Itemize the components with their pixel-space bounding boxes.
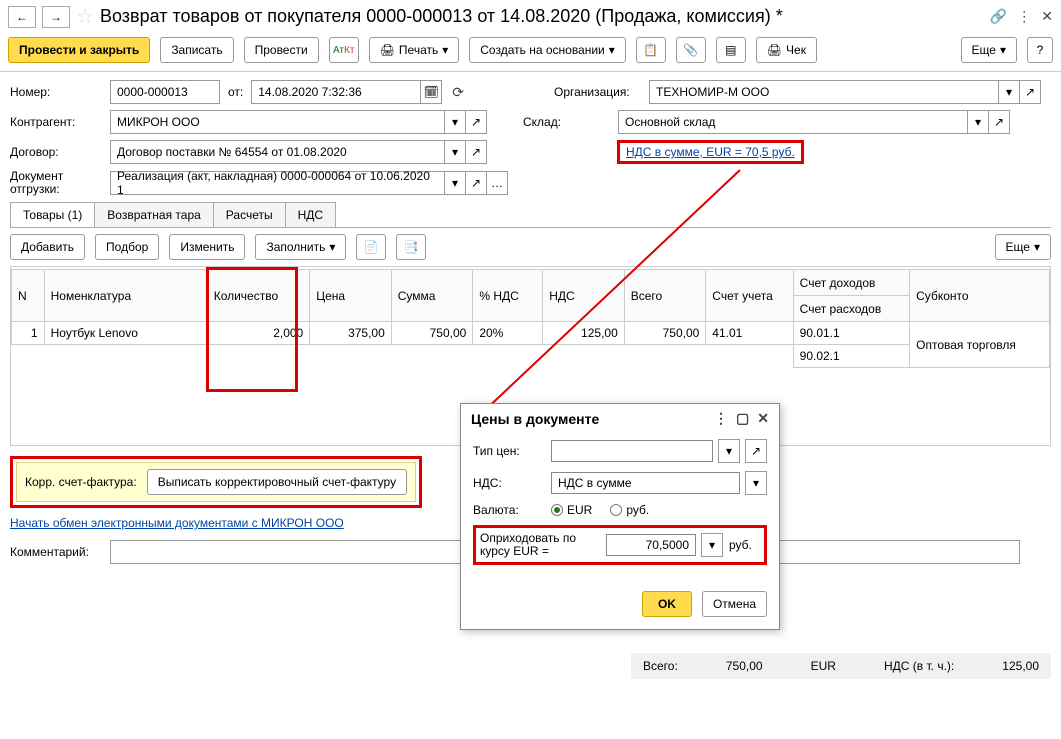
report-icon[interactable]: ▤ — [716, 37, 746, 63]
popup-vat-label: НДС: — [473, 476, 545, 490]
comment-label: Комментарий: — [10, 545, 110, 559]
copy-icon[interactable]: 📄 — [356, 234, 386, 260]
change-button[interactable]: Изменить — [169, 234, 245, 260]
dropdown-icon[interactable]: ▾ — [444, 171, 466, 195]
col-expense: Счет расходов — [793, 296, 909, 322]
col-nomen: Номенклатура — [44, 270, 207, 322]
more-button[interactable]: Еще ▾ — [961, 37, 1017, 63]
shipdoc-input[interactable]: Реализация (акт, накладная) 0000-000064 … — [110, 171, 445, 195]
popup-rate-input[interactable]: 70,5000 — [606, 534, 696, 556]
tab-goods[interactable]: Товары (1) — [10, 202, 95, 227]
popup-cancel-button[interactable]: Отмена — [702, 591, 767, 617]
popup-type-label: Тип цен: — [473, 444, 545, 458]
popup-menu-icon[interactable]: ⋮ — [714, 410, 728, 427]
number-input[interactable]: 0000-000013 — [110, 80, 220, 104]
dropdown-icon[interactable]: ▾ — [718, 439, 740, 463]
page-title: Возврат товаров от покупателя 0000-00001… — [100, 6, 984, 27]
col-subcon: Субконто — [910, 270, 1050, 322]
col-n: N — [12, 270, 45, 322]
attach-icon[interactable]: 📎 — [676, 37, 706, 63]
popup-type-input[interactable] — [551, 440, 713, 462]
popup-max-icon[interactable]: ▢ — [736, 410, 749, 427]
prices-dialog: Цены в документе ⋮ ▢ ✕ Тип цен: ▾ ↗ НДС:… — [460, 403, 780, 630]
paste-icon[interactable]: 📑 — [396, 234, 426, 260]
date-input[interactable]: 14.08.2020 7:32:36 — [251, 80, 421, 104]
tab-tara[interactable]: Возвратная тара — [94, 202, 214, 227]
summary-bar: Всего: 750,00 EUR НДС (в т. ч.): 125,00 — [631, 653, 1051, 679]
write-button[interactable]: Записать — [160, 37, 233, 63]
open-icon[interactable]: ↗ — [988, 110, 1010, 134]
corr-invoice-button[interactable]: Выписать корректировочный счет-фактуру — [147, 469, 407, 495]
nav-back-button[interactable]: ← — [8, 6, 36, 28]
popup-close-icon[interactable]: ✕ — [757, 410, 769, 427]
table-more-button[interactable]: Еще ▾ — [995, 234, 1051, 260]
col-acct: Счет учета — [706, 270, 793, 322]
help-button[interactable]: ? — [1027, 37, 1053, 63]
popup-title: Цены в документе — [471, 411, 599, 427]
calendar-icon[interactable]: 🗓 — [420, 80, 442, 104]
add-button[interactable]: Добавить — [10, 234, 85, 260]
table-row[interactable]: 1 Ноутбук Lenovo 2,000 375,00 750,00 20%… — [12, 322, 1050, 345]
col-vat-rate: % НДС — [473, 270, 543, 322]
goods-table: N Номенклатура Количество Цена Сумма % Н… — [11, 269, 1050, 368]
tab-vat[interactable]: НДС — [285, 202, 336, 227]
org-input[interactable]: ТЕХНОМИР-М ООО — [649, 80, 999, 104]
col-qty: Количество — [207, 270, 310, 322]
from-label: от: — [228, 85, 243, 99]
number-label: Номер: — [10, 85, 110, 99]
favorite-star-icon[interactable]: ☆ — [76, 4, 94, 29]
open-icon[interactable]: ↗ — [465, 110, 487, 134]
copy-icon[interactable]: 📋 — [636, 37, 666, 63]
counterparty-input[interactable]: МИКРОН ООО — [110, 110, 445, 134]
open-icon[interactable]: ↗ — [465, 140, 487, 164]
link-icon[interactable]: 🔗 — [990, 8, 1007, 25]
table-row-expense[interactable]: 90.02.1 — [12, 345, 1050, 368]
col-price: Цена — [310, 270, 392, 322]
contract-input[interactable]: Договор поставки № 64554 от 01.08.2020 — [110, 140, 445, 164]
radio-rub[interactable]: руб. — [610, 503, 649, 517]
edo-link[interactable]: Начать обмен электронными документами с … — [10, 516, 344, 530]
counterparty-label: Контрагент: — [10, 115, 110, 129]
open-icon[interactable]: ↗ — [745, 439, 767, 463]
dropdown-icon[interactable]: ▾ — [967, 110, 989, 134]
dropdown-icon[interactable]: ▾ — [444, 110, 466, 134]
check-button[interactable]: 🖨 Чек — [756, 37, 817, 63]
warehouse-label: Склад: — [523, 115, 618, 129]
col-income: Счет доходов — [793, 270, 909, 296]
col-sum: Сумма — [391, 270, 473, 322]
dt-kt-icon[interactable]: АтКт — [329, 37, 359, 63]
create-based-on-button[interactable]: Создать на основании ▾ — [469, 37, 626, 63]
refresh-icon[interactable]: ⟳ — [452, 84, 464, 101]
more-dots-icon[interactable]: … — [486, 171, 508, 195]
nav-forward-button[interactable]: → — [42, 6, 70, 28]
pick-button[interactable]: Подбор — [95, 234, 159, 260]
corr-invoice-label: Корр. счет-фактура: — [25, 475, 137, 489]
popup-vat-input[interactable]: НДС в сумме — [551, 472, 740, 494]
org-label: Организация: — [554, 85, 649, 99]
tab-calc[interactable]: Расчеты — [213, 202, 286, 227]
kebab-menu-icon[interactable]: ⋮ — [1017, 8, 1031, 25]
contract-label: Договор: — [10, 145, 110, 159]
popup-rate-label: Оприходовать по курсу EUR = — [480, 532, 600, 558]
shipdoc-label: Документ отгрузки: — [10, 170, 110, 196]
dropdown-icon[interactable]: ▾ — [998, 80, 1020, 104]
popup-currency-label: Валюта: — [473, 503, 545, 517]
open-icon[interactable]: ↗ — [465, 171, 487, 195]
dropdown-icon[interactable]: ▾ — [444, 140, 466, 164]
warehouse-input[interactable]: Основной склад — [618, 110, 968, 134]
col-vat: НДС — [543, 270, 625, 322]
popup-ok-button[interactable]: OK — [642, 591, 692, 617]
post-button[interactable]: Провести — [244, 37, 319, 63]
dropdown-icon[interactable]: ▾ — [701, 533, 723, 557]
close-icon[interactable]: ✕ — [1041, 8, 1053, 25]
fill-button[interactable]: Заполнить ▾ — [255, 234, 346, 260]
popup-rate-unit: руб. — [729, 538, 752, 552]
col-total: Всего — [624, 270, 706, 322]
print-button[interactable]: 🖨 Печать ▾ — [369, 37, 460, 63]
post-and-close-button[interactable]: Провести и закрыть — [8, 37, 150, 63]
dropdown-icon[interactable]: ▾ — [745, 471, 767, 495]
open-icon[interactable]: ↗ — [1019, 80, 1041, 104]
vat-currency-link[interactable]: НДС в сумме, EUR = 70,5 руб. — [626, 145, 795, 159]
radio-eur[interactable]: EUR — [551, 503, 592, 517]
